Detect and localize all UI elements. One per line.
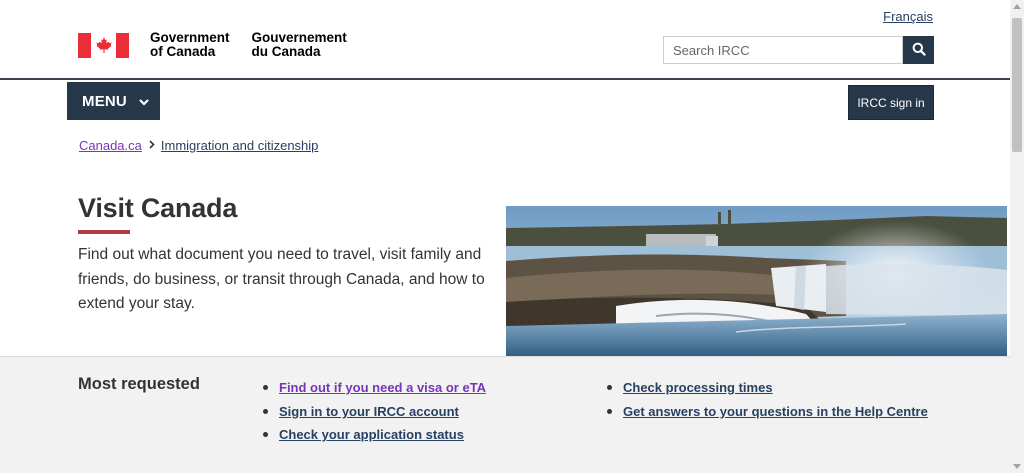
wordmark-en-line1: Government (150, 30, 230, 45)
link-sign-in-ircc-account[interactable]: Sign in to your IRCC account (279, 404, 459, 419)
scroll-up-icon[interactable] (1013, 4, 1021, 9)
scroll-down-icon[interactable] (1013, 464, 1021, 469)
list-item: Get answers to your questions in the Hel… (607, 400, 928, 424)
wordmark-english: Government of Canada (150, 31, 230, 59)
scrollbar-thumb[interactable] (1012, 18, 1022, 152)
wordmark-fr-line1: Gouvernement (251, 30, 347, 45)
search-input[interactable] (663, 36, 903, 64)
wordmark-fr-line2: du Canada (251, 44, 321, 59)
ircc-sign-in-button[interactable]: IRCC sign in (848, 85, 934, 120)
search-button[interactable] (903, 36, 934, 64)
link-application-status[interactable]: Check your application status (279, 427, 464, 442)
bullet-icon (263, 385, 268, 391)
language-toggle-link[interactable]: Français (883, 9, 933, 24)
intro-paragraph: Find out what document you need to trave… (78, 246, 485, 312)
list-item: Check processing times (607, 376, 928, 400)
breadcrumb-immigration[interactable]: Immigration and citizenship (161, 138, 319, 153)
wordmark-en-line2: of Canada (150, 44, 216, 59)
menu-label: MENU (82, 92, 127, 110)
list-item: Find out if you need a visa or eTA (263, 376, 486, 400)
niagara-falls-image (506, 206, 1007, 356)
breadcrumb: Canada.ca Immigration and citizenship (79, 138, 318, 153)
most-requested-list-right: Check processing times Get answers to yo… (607, 376, 928, 423)
link-help-centre[interactable]: Get answers to your questions in the Hel… (623, 404, 928, 419)
government-of-canada-logo[interactable]: Government of Canada Gouvernement du Can… (78, 31, 347, 59)
menu-button[interactable]: MENU (67, 82, 160, 120)
most-requested-list-left: Find out if you need a visa or eTA Sign … (263, 376, 486, 447)
chevron-down-icon (139, 93, 149, 110)
page-scrollbar[interactable] (1010, 0, 1024, 473)
list-item: Check your application status (263, 423, 486, 447)
bullet-icon (263, 432, 268, 438)
wordmark-french: Gouvernement du Canada (252, 31, 347, 59)
most-requested-heading: Most requested (78, 375, 200, 393)
breadcrumb-canada-ca[interactable]: Canada.ca (79, 138, 142, 153)
bullet-icon (607, 408, 612, 414)
search-icon (912, 42, 926, 59)
most-requested-section: Most requested Find out if you need a vi… (0, 356, 1010, 473)
title-underline-decoration (78, 230, 130, 234)
government-wordmark: Government of Canada Gouvernement du Can… (150, 31, 347, 59)
search-bar (663, 36, 934, 64)
link-visa-or-eta[interactable]: Find out if you need a visa or eTA (279, 380, 486, 395)
bullet-icon (263, 408, 268, 414)
link-processing-times[interactable]: Check processing times (623, 380, 773, 395)
site-header: Français Government of Canada Gouverneme… (0, 0, 1010, 80)
list-item: Sign in to your IRCC account (263, 400, 486, 424)
canada-flag-icon (78, 32, 129, 58)
chevron-right-icon (149, 139, 155, 152)
bullet-icon (607, 385, 612, 391)
page-title: Visit Canada (78, 193, 238, 223)
